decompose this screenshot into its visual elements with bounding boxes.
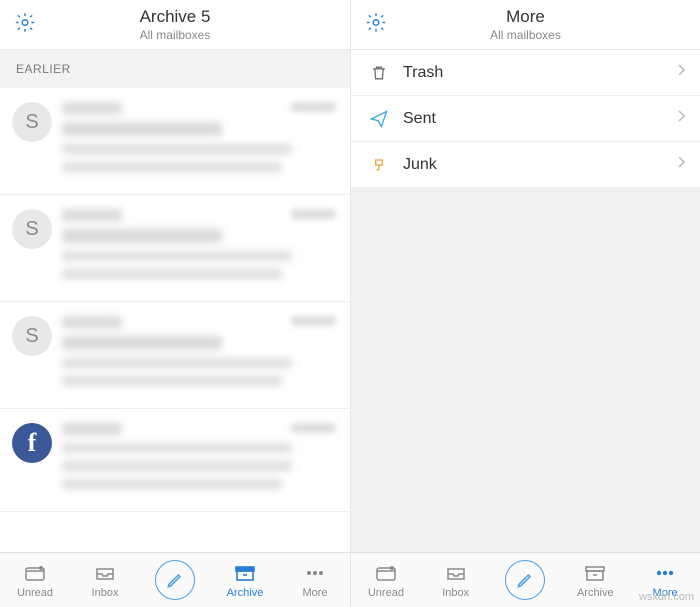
page-subtitle: All mailboxes — [490, 28, 561, 42]
tab-label: Unread — [368, 587, 404, 599]
tab-unread[interactable]: Unread — [351, 561, 421, 599]
email-row[interactable]: S — [0, 302, 350, 409]
avatar-facebook: f — [12, 423, 52, 463]
email-row[interactable]: S — [0, 195, 350, 302]
more-icon — [303, 561, 327, 585]
email-row[interactable]: f — [0, 409, 350, 512]
tab-archive[interactable]: Archive — [560, 561, 630, 599]
tab-label: Archive — [227, 587, 264, 599]
unread-icon — [374, 561, 398, 585]
inbox-icon — [93, 561, 117, 585]
tab-label: Inbox — [442, 587, 469, 599]
archive-panel: Archive 5 All mailboxes EARLIER S S — [0, 0, 350, 607]
email-preview — [62, 316, 338, 394]
tab-unread[interactable]: Unread — [0, 561, 70, 599]
unread-icon — [23, 561, 47, 585]
avatar: S — [12, 209, 52, 249]
page-subtitle: All mailboxes — [140, 28, 211, 42]
settings-icon[interactable] — [14, 11, 36, 38]
page-title: More — [490, 7, 561, 27]
menu-item-junk[interactable]: Junk — [351, 142, 700, 188]
more-menu: Trash Sent Junk — [351, 50, 700, 552]
tab-inbox[interactable]: Inbox — [70, 561, 140, 599]
right-header: More All mailboxes — [351, 0, 700, 50]
email-row[interactable]: S — [0, 88, 350, 195]
compose-button[interactable] — [491, 560, 561, 600]
more-panel: More All mailboxes Trash Sent — [350, 0, 700, 607]
email-preview — [62, 102, 338, 180]
left-tabbar: Unread Inbox Archive — [0, 552, 350, 607]
section-earlier: EARLIER — [0, 50, 350, 88]
email-preview — [62, 423, 338, 497]
tab-label: Unread — [17, 587, 53, 599]
chevron-right-icon — [676, 155, 686, 174]
tab-label: More — [302, 587, 327, 599]
menu-item-sent[interactable]: Sent — [351, 96, 700, 142]
menu-label: Trash — [403, 64, 443, 82]
junk-icon — [365, 155, 393, 175]
menu-label: Sent — [403, 110, 436, 128]
menu-label: Junk — [403, 156, 437, 174]
archive-icon — [233, 561, 257, 585]
email-list: S S S — [0, 88, 350, 552]
page-title: Archive 5 — [140, 7, 211, 27]
avatar: S — [12, 316, 52, 356]
email-preview — [62, 209, 338, 287]
more-icon — [653, 561, 677, 585]
menu-item-trash[interactable]: Trash — [351, 50, 700, 96]
tab-archive[interactable]: Archive — [210, 561, 280, 599]
settings-icon[interactable] — [365, 11, 387, 38]
sent-icon — [365, 109, 393, 129]
chevron-right-icon — [676, 63, 686, 82]
compose-button[interactable] — [140, 560, 210, 600]
avatar: S — [12, 102, 52, 142]
watermark: wsxdn.com — [639, 591, 694, 603]
tab-more[interactable]: More — [280, 561, 350, 599]
tab-inbox[interactable]: Inbox — [421, 561, 491, 599]
left-header: Archive 5 All mailboxes — [0, 0, 350, 50]
tab-label: Archive — [577, 587, 614, 599]
archive-icon — [583, 561, 607, 585]
tab-label: Inbox — [92, 587, 119, 599]
trash-icon — [365, 63, 393, 83]
chevron-right-icon — [676, 109, 686, 128]
inbox-icon — [444, 561, 468, 585]
